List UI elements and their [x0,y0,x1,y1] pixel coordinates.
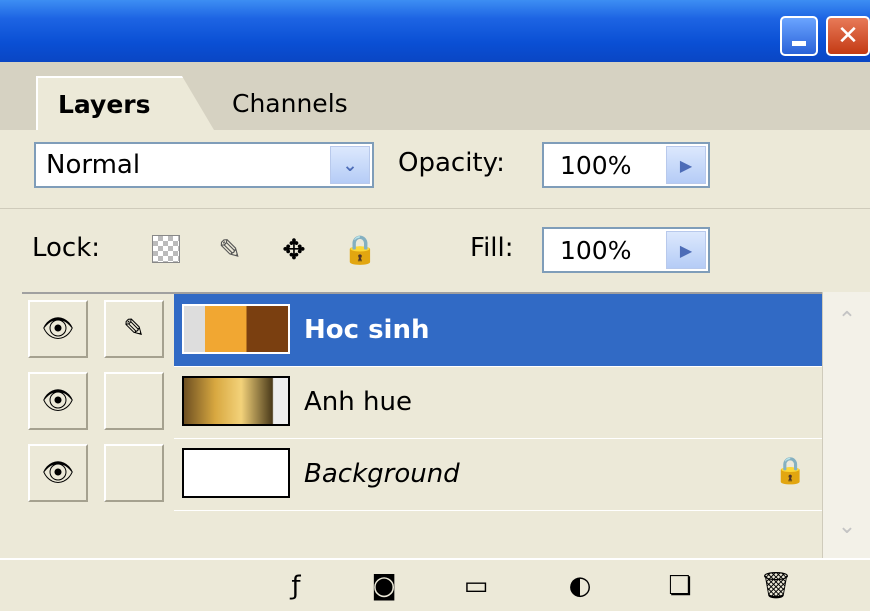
panel-tab-strip: Channels Layers ▶ [0,62,870,172]
brush-icon[interactable]: ✎ [104,300,164,358]
blend-mode-value: Normal [46,150,141,180]
lock-icon: 🔒 [774,456,807,486]
fill-value: 100% [560,235,632,265]
fill-arrow-icon[interactable]: ▶ [666,231,706,269]
fill-label: Fill: [470,233,514,263]
layers-bottom-toolbar: ƒ ◙ ▭ ◐ ❏ 🗑 [0,558,870,611]
eye-icon[interactable]: 👁 [28,372,88,430]
layer-name: Background [304,459,460,489]
layer-name: Hoc sinh [304,315,430,345]
new-layer-icon[interactable]: ❏ [660,566,700,606]
tab-layers-label: Layers [58,89,151,119]
trash-icon[interactable]: 🗑 [756,566,796,606]
lock-all-icon[interactable]: 🔒 [343,231,378,267]
layer-thumbnail [182,304,290,354]
layers-list: 👁 ✎ Hoc sinh 👁 Anh hue 👁 Background 🔒 [22,292,870,560]
lock-image-pixels-icon[interactable]: ✎ [214,231,246,267]
lock-transparent-pixels-icon[interactable] [150,231,182,267]
link-cell[interactable] [104,444,164,502]
link-cell[interactable] [104,372,164,430]
opacity-arrow-icon[interactable]: ▶ [666,146,706,184]
fill-field[interactable]: 100% ▶ [542,227,710,273]
blend-mode-select[interactable]: Normal ⌄ [34,142,374,188]
title-bar: ✕ [0,0,870,62]
layer-content[interactable]: Background 🔒 [174,438,822,511]
tab-channels-label: Channels [232,88,348,118]
layer-thumbnail [182,376,290,426]
minimize-icon [792,40,806,46]
close-icon: ✕ [837,21,859,51]
minimize-button[interactable] [780,16,818,56]
eye-icon[interactable]: 👁 [28,444,88,502]
layer-row[interactable]: 👁 ✎ Hoc sinh [22,294,822,367]
opacity-value: 100% [560,150,632,180]
lock-row: Lock: ✎ ✥ 🔒 Fill: 100% ▶ [0,208,870,293]
blend-row: Normal ⌄ Opacity: 100% ▶ [0,130,870,208]
chevron-down-icon[interactable]: ⌄ [330,146,370,184]
layers-scrollbar[interactable]: ⌃ ⌄ [822,292,870,558]
scroll-up-icon[interactable]: ⌃ [827,300,867,340]
lock-position-icon[interactable]: ✥ [278,231,310,267]
layer-thumbnail [182,448,290,498]
layer-mask-icon[interactable]: ◙ [364,566,404,606]
opacity-label: Opacity: [398,148,505,178]
layer-name: Anh hue [304,387,412,417]
layer-content[interactable]: Anh hue [174,366,822,439]
layer-row[interactable]: 👁 Background 🔒 [22,438,822,511]
layer-row[interactable]: 👁 Anh hue [22,366,822,439]
opacity-field[interactable]: 100% ▶ [542,142,710,188]
scroll-down-icon[interactable]: ⌄ [827,506,867,546]
new-group-icon[interactable]: ▭ [456,566,496,606]
tab-channels[interactable]: Channels [196,76,428,130]
layer-style-icon[interactable]: ƒ [276,566,316,606]
adjustment-layer-icon[interactable]: ◐ [560,566,600,606]
tab-layers[interactable]: Layers [36,76,214,130]
close-button[interactable]: ✕ [826,16,870,56]
eye-icon[interactable]: 👁 [28,300,88,358]
layer-content[interactable]: Hoc sinh [174,294,822,367]
lock-label: Lock: [32,233,101,263]
